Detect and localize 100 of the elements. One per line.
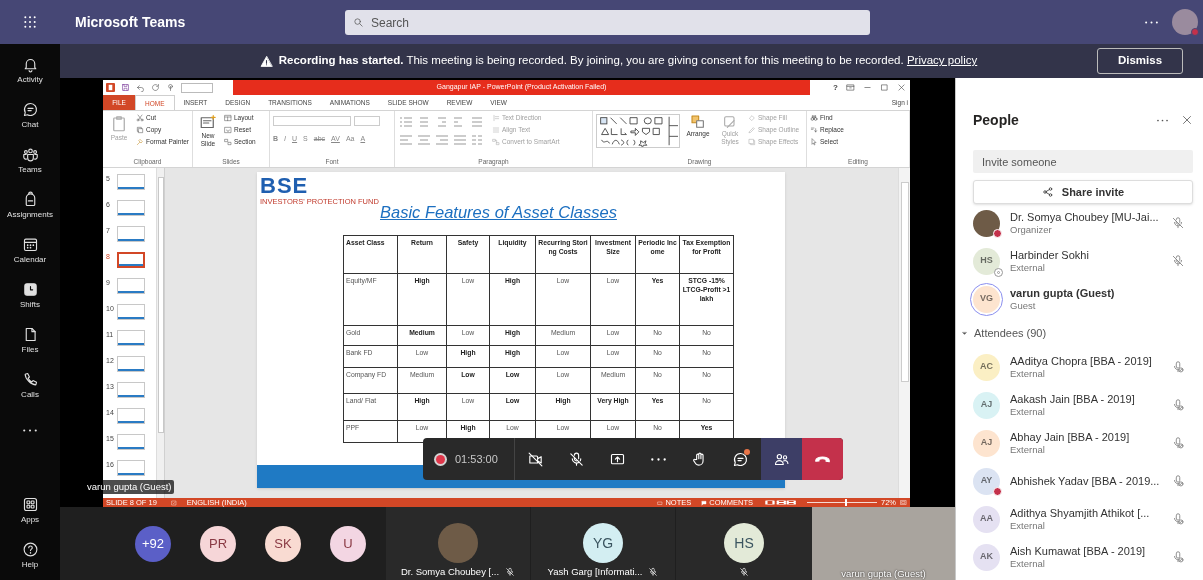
close-icon[interactable] [897, 83, 906, 92]
rail-item[interactable]: Assignments [0, 183, 60, 228]
apps-icon [21, 496, 39, 513]
hang-up-button[interactable] [802, 438, 843, 480]
rail-item[interactable]: Calendar [0, 228, 60, 273]
dismiss-button[interactable]: Dismiss [1097, 48, 1183, 74]
brush-icon [136, 138, 144, 146]
rail-item[interactable]: Calls [0, 363, 60, 408]
participant-avatar: AY [973, 467, 1000, 495]
search-field[interactable]: Search [345, 10, 870, 35]
privacy-policy-link[interactable]: Privacy policy [906, 54, 978, 67]
rail-item[interactable]: Files [0, 318, 60, 363]
zoom-slider[interactable] [807, 499, 877, 506]
mic-off-icon [568, 450, 585, 468]
participant-name[interactable]: Aish Kumawat [BBA - 2019] [1010, 544, 1171, 558]
ribbon-display-icon[interactable] [846, 83, 855, 92]
slide-thumbnail[interactable] [117, 304, 145, 320]
cursor-icon [810, 138, 818, 146]
participant-avatar: VG [973, 285, 1000, 313]
attendees-section-header[interactable]: Attendees (90) [961, 318, 1193, 348]
rail-item[interactable]: Help [0, 533, 60, 578]
call-timer: 01:53:00 [455, 451, 498, 467]
participant-role: Organizer [1010, 224, 1053, 236]
scrollbar-thumb[interactable] [157, 177, 164, 433]
smartart-icon [492, 138, 500, 146]
user-avatar[interactable] [1172, 9, 1198, 35]
participant-name: varun gupta (Guest) [841, 568, 926, 579]
participant-name[interactable]: Abhay Jain [BBA - 2019] [1010, 430, 1171, 444]
help-icon [21, 541, 39, 558]
section-icon [224, 138, 232, 146]
slide-thumbnail[interactable] [117, 460, 145, 476]
participant-role: External [1010, 558, 1046, 570]
slide-thumbnail[interactable] [117, 434, 145, 450]
participant-name[interactable]: Harbinder Sokhi [1010, 248, 1171, 262]
participant-name[interactable]: varun gupta (Guest) [1010, 286, 1171, 300]
more-icon[interactable] [1145, 20, 1158, 24]
text-direction-icon [492, 114, 500, 122]
scissors-icon [136, 114, 144, 122]
participant-avatar: AA [973, 505, 1000, 533]
participant-avatar: YG [583, 523, 623, 563]
undo-icon[interactable] [136, 83, 145, 92]
participant-avatar: AJ [973, 391, 1000, 419]
layout-icon [224, 114, 232, 122]
participant-role: External [1010, 406, 1046, 418]
rail-item[interactable]: Apps [0, 488, 60, 533]
rail-item[interactable]: Activity [0, 48, 60, 93]
slide-thumbnail[interactable] [117, 252, 145, 268]
slide-thumbnail[interactable] [117, 330, 145, 346]
participant-name[interactable]: AAditya Chopra [BBA - 2019] [1010, 354, 1171, 368]
slide-thumbnail[interactable] [117, 408, 145, 424]
participant-avatar: AK [973, 543, 1000, 571]
shapes-gallery-drawing[interactable] [596, 114, 680, 148]
pencil-icon [748, 126, 756, 134]
participant-name-caption: varun gupta (Guest) [85, 480, 174, 495]
close-icon[interactable] [1181, 114, 1193, 126]
save-icon[interactable] [121, 83, 130, 92]
search-icon [353, 16, 364, 28]
slide-thumbnail[interactable] [117, 382, 145, 398]
participant-name[interactable]: Dr. Somya Choubey [MU-Jai... [1010, 210, 1171, 224]
app-launcher-icon[interactable] [22, 14, 38, 30]
slide-thumbnail[interactable] [117, 356, 145, 372]
help-button[interactable]: ? [833, 83, 838, 92]
participant-name[interactable]: Aakash Jain [BBA - 2019] [1010, 392, 1171, 406]
participant-avatar[interactable]: PR [200, 525, 236, 562]
photo-avatar [973, 209, 1000, 237]
slide-thumbnail[interactable] [117, 278, 145, 294]
participant-avatar: HS [973, 247, 1000, 275]
rail-item[interactable]: Chat [0, 93, 60, 138]
rail-item[interactable]: Shifts [0, 273, 60, 318]
clipboard-icon [110, 114, 128, 134]
participant-avatar: HS [724, 523, 764, 563]
share-icon [1041, 186, 1054, 198]
participant-name[interactable]: Abhishek Yadav [BBA - 2019... [1010, 474, 1171, 488]
arrange-icon [690, 114, 706, 130]
participant-avatar[interactable]: SK [265, 525, 301, 562]
maximize-icon[interactable] [880, 83, 889, 92]
scrollbar-thumb[interactable] [900, 182, 909, 382]
reset-icon [224, 126, 232, 134]
participant-role: Guest [1010, 300, 1037, 312]
more-icon [651, 457, 666, 461]
more-icon[interactable] [23, 429, 37, 432]
people-button[interactable] [761, 438, 802, 480]
notes-icon [657, 499, 664, 506]
rail-item[interactable]: Teams [0, 138, 60, 183]
slide-thumbnail[interactable] [117, 174, 145, 190]
invite-field[interactable]: Invite someone [973, 150, 1193, 173]
recording-notice: Recording has started. This meeting is being recorded. By joining, you are giving consent for this meeting to be recorded. Privacy policy [278, 53, 978, 69]
participant-avatar[interactable]: U [330, 525, 366, 562]
more-participants-count[interactable]: +92 [135, 525, 171, 562]
participant-name[interactable]: Adithya Shyamjith Athikot [... [1010, 506, 1171, 520]
people-group-icon [21, 146, 39, 163]
share-invite-button[interactable]: Share invite [973, 180, 1193, 204]
app-title: Microsoft Teams [75, 12, 187, 32]
participant-avatar: AC [973, 353, 1000, 381]
chat-icon [21, 101, 39, 118]
redo-icon[interactable] [151, 83, 160, 92]
slide-thumbnail[interactable] [117, 200, 145, 216]
photo-avatar [438, 523, 478, 563]
slide-thumbnail[interactable] [117, 226, 145, 242]
logo-text: BSE [260, 175, 309, 197]
